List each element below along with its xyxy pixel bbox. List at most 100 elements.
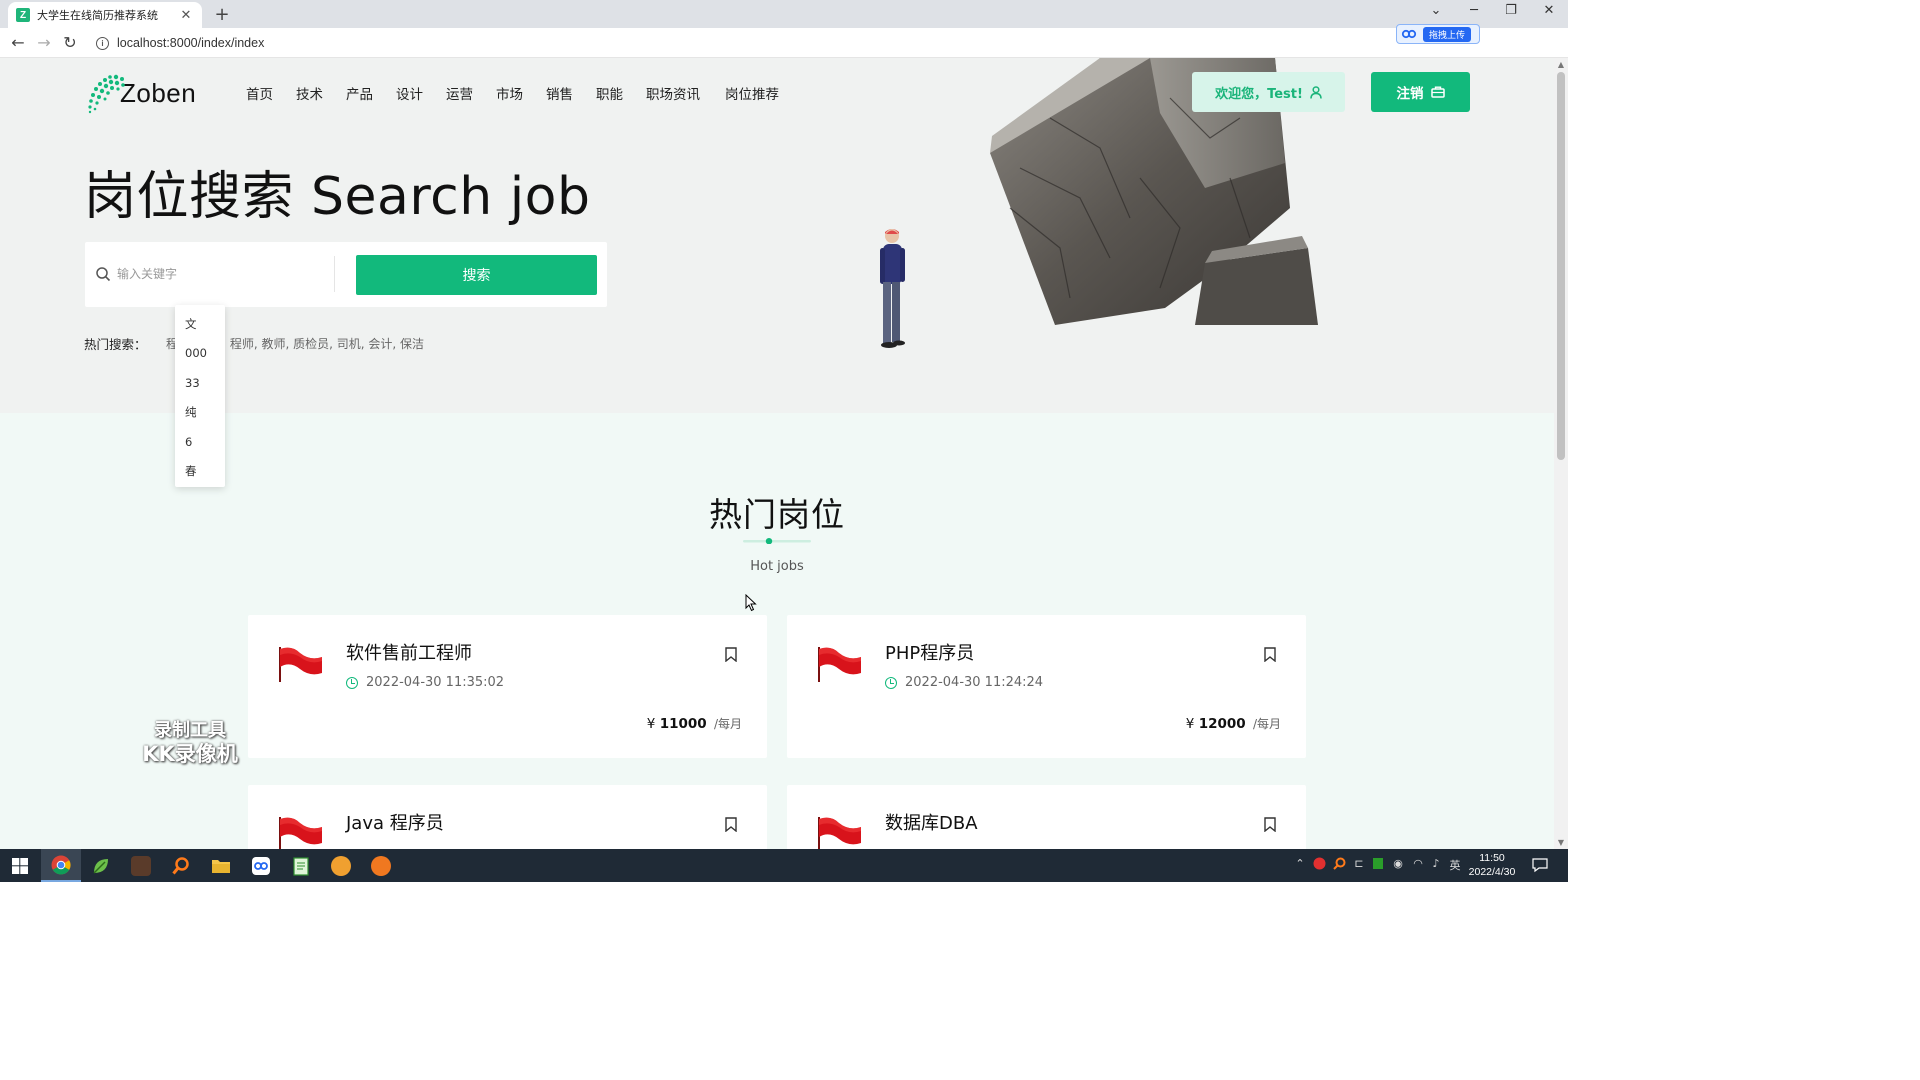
clock-time: 11:50 [1479, 852, 1505, 864]
taskbar-chrome[interactable] [41, 849, 81, 882]
taskbar-app-game[interactable] [121, 849, 161, 882]
search-field [95, 256, 335, 292]
nav-item-market[interactable]: 市场 [496, 83, 523, 103]
logo-icon [88, 74, 125, 114]
watermark-line2: KK录像机 [142, 742, 238, 766]
window-close-icon[interactable]: ✕ [1538, 3, 1560, 18]
page: Zoben 首页 技术 产品 设计 运营 市场 销售 职能 职场资讯 岗位推荐 [0, 58, 1554, 849]
volume-icon[interactable]: ♪ [1429, 857, 1443, 873]
upload-extension[interactable]: 拖拽上传 [1396, 24, 1480, 44]
autocomplete-item[interactable]: 6 [175, 427, 225, 457]
search-button[interactable]: 搜索 [356, 255, 597, 295]
omnibox[interactable]: i localhost:8000/index/index [90, 32, 1390, 54]
bookmark-icon[interactable] [725, 817, 737, 832]
ime-indicator[interactable]: 英 [1448, 857, 1462, 873]
scroll-down-icon[interactable]: ▼ [1554, 838, 1568, 847]
salary-amount: 11000 [659, 716, 707, 732]
autocomplete-item[interactable]: 春 [175, 457, 225, 487]
logout-label: 注销 [1396, 86, 1424, 102]
salary-currency: ¥ [1185, 716, 1195, 732]
bookmark-icon[interactable] [725, 647, 737, 662]
nav-item-operations[interactable]: 运营 [446, 83, 473, 103]
job-title[interactable]: 软件售前工程师 [346, 639, 472, 665]
job-salary: ¥ 12000 /每月 [1186, 715, 1281, 732]
person-illustration [880, 229, 905, 348]
clock-icon [346, 676, 358, 689]
section-title: 热门岗位 [709, 495, 845, 534]
briefcase-icon [1430, 86, 1445, 98]
system-clock[interactable]: 11:50 2022/4/30 [1462, 851, 1522, 879]
salary-unit: /每月 [1252, 717, 1281, 731]
notification-icon[interactable] [1532, 857, 1548, 873]
search-icon [96, 267, 111, 282]
nav-item-product[interactable]: 产品 [346, 83, 373, 103]
welcome-user-button[interactable]: 欢迎您，Test! [1192, 72, 1345, 112]
tray-qq-icon[interactable]: ◉ [1391, 857, 1405, 873]
logout-button[interactable]: 注销 [1371, 72, 1470, 112]
taskbar-app-orange[interactable] [321, 849, 361, 882]
job-card[interactable]: 软件售前工程师 2022-04-30 11:35:02 ¥ 11000 /每月 [248, 615, 767, 758]
start-button[interactable] [0, 849, 40, 882]
minimize-icon[interactable]: ─ [1463, 3, 1485, 18]
job-salary: ¥ 11000 /每月 [647, 715, 742, 732]
new-tab-button[interactable]: + [212, 4, 232, 25]
hot-search-label: 热门搜索： [84, 337, 147, 352]
chrome-icon [51, 855, 71, 875]
tray-antivirus-icon[interactable] [1312, 857, 1326, 873]
nav-item-functions[interactable]: 职能 [596, 83, 623, 103]
job-card[interactable]: 数据库DBA [787, 785, 1306, 849]
job-title[interactable]: 数据库DBA [885, 809, 978, 835]
page-scrollbar[interactable]: ▲ ▼ [1554, 58, 1568, 849]
job-card[interactable]: PHP程序员 2022-04-30 11:24:24 ¥ 12000 /每月 [787, 615, 1306, 758]
restore-icon[interactable]: ❐ [1500, 3, 1522, 18]
leaf-app-icon [93, 858, 108, 874]
cloud-drive-icon [252, 856, 270, 875]
autocomplete-item[interactable]: 000 [175, 339, 225, 369]
tray-app-icon[interactable] [1371, 857, 1385, 873]
forward-icon[interactable]: → [34, 33, 54, 52]
autocomplete-item[interactable]: 33 [175, 368, 225, 398]
nav-item-home[interactable]: 首页 [246, 83, 273, 103]
nav-item-sales[interactable]: 销售 [546, 83, 573, 103]
taskbar-notepad[interactable] [281, 849, 321, 882]
tray-expand-icon[interactable]: ⌃ [1293, 857, 1307, 873]
tab-search-icon[interactable]: ⌄ [1425, 3, 1447, 18]
logo[interactable]: Zoben [86, 72, 196, 114]
search-input[interactable] [117, 267, 317, 281]
scroll-thumb[interactable] [1557, 72, 1565, 460]
hero-title: 岗位搜索 Search job [84, 167, 591, 227]
taskbar-cloud-drive[interactable] [241, 849, 281, 882]
taskbar-recorder[interactable] [361, 849, 401, 882]
taskbar-file-explorer[interactable] [201, 849, 241, 882]
site-favicon-icon: Z [16, 8, 30, 22]
autocomplete-item[interactable]: 文 [175, 309, 225, 339]
clock-date: 2022/4/30 [1468, 866, 1516, 878]
nav-item-career-news[interactable]: 职场资讯 [646, 83, 700, 103]
tab-title: 大学生在线简历推荐系统 [37, 9, 158, 22]
bookmark-icon[interactable] [1264, 817, 1276, 832]
tray-network-device-icon[interactable]: ⊏ [1352, 857, 1366, 873]
tray-search-icon[interactable] [1332, 857, 1346, 873]
job-title[interactable]: PHP程序员 [885, 639, 974, 665]
autocomplete-item[interactable]: 纯 [175, 398, 225, 428]
red-flag-icon [279, 647, 322, 682]
nav-item-job-recommend[interactable]: 岗位推荐 [725, 83, 779, 103]
nav-item-tech[interactable]: 技术 [296, 83, 323, 103]
reload-icon[interactable]: ↻ [60, 33, 80, 52]
taskbar-app-green[interactable] [81, 849, 121, 882]
red-flag-icon [818, 647, 861, 682]
taskbar-search-app[interactable] [161, 849, 201, 882]
browser-tab[interactable]: Z 大学生在线简历推荐系统 ✕ [8, 2, 202, 28]
job-title[interactable]: Java 程序员 [346, 809, 444, 835]
site-info-icon[interactable]: i [96, 36, 109, 50]
url-text: localhost:8000/index/index [117, 36, 265, 50]
red-flag-icon [279, 817, 322, 849]
nav-item-design[interactable]: 设计 [396, 83, 423, 103]
job-card[interactable]: Java 程序员 [248, 785, 767, 849]
scroll-up-icon[interactable]: ▲ [1554, 60, 1568, 69]
wifi-icon[interactable]: ◠ [1411, 857, 1425, 873]
bookmark-icon[interactable] [1264, 647, 1276, 662]
tab-close-icon[interactable]: ✕ [178, 8, 194, 23]
main-nav: 首页 技术 产品 设计 运营 市场 销售 职能 职场资讯 岗位推荐 [246, 83, 802, 103]
back-icon[interactable]: ← [8, 33, 28, 52]
